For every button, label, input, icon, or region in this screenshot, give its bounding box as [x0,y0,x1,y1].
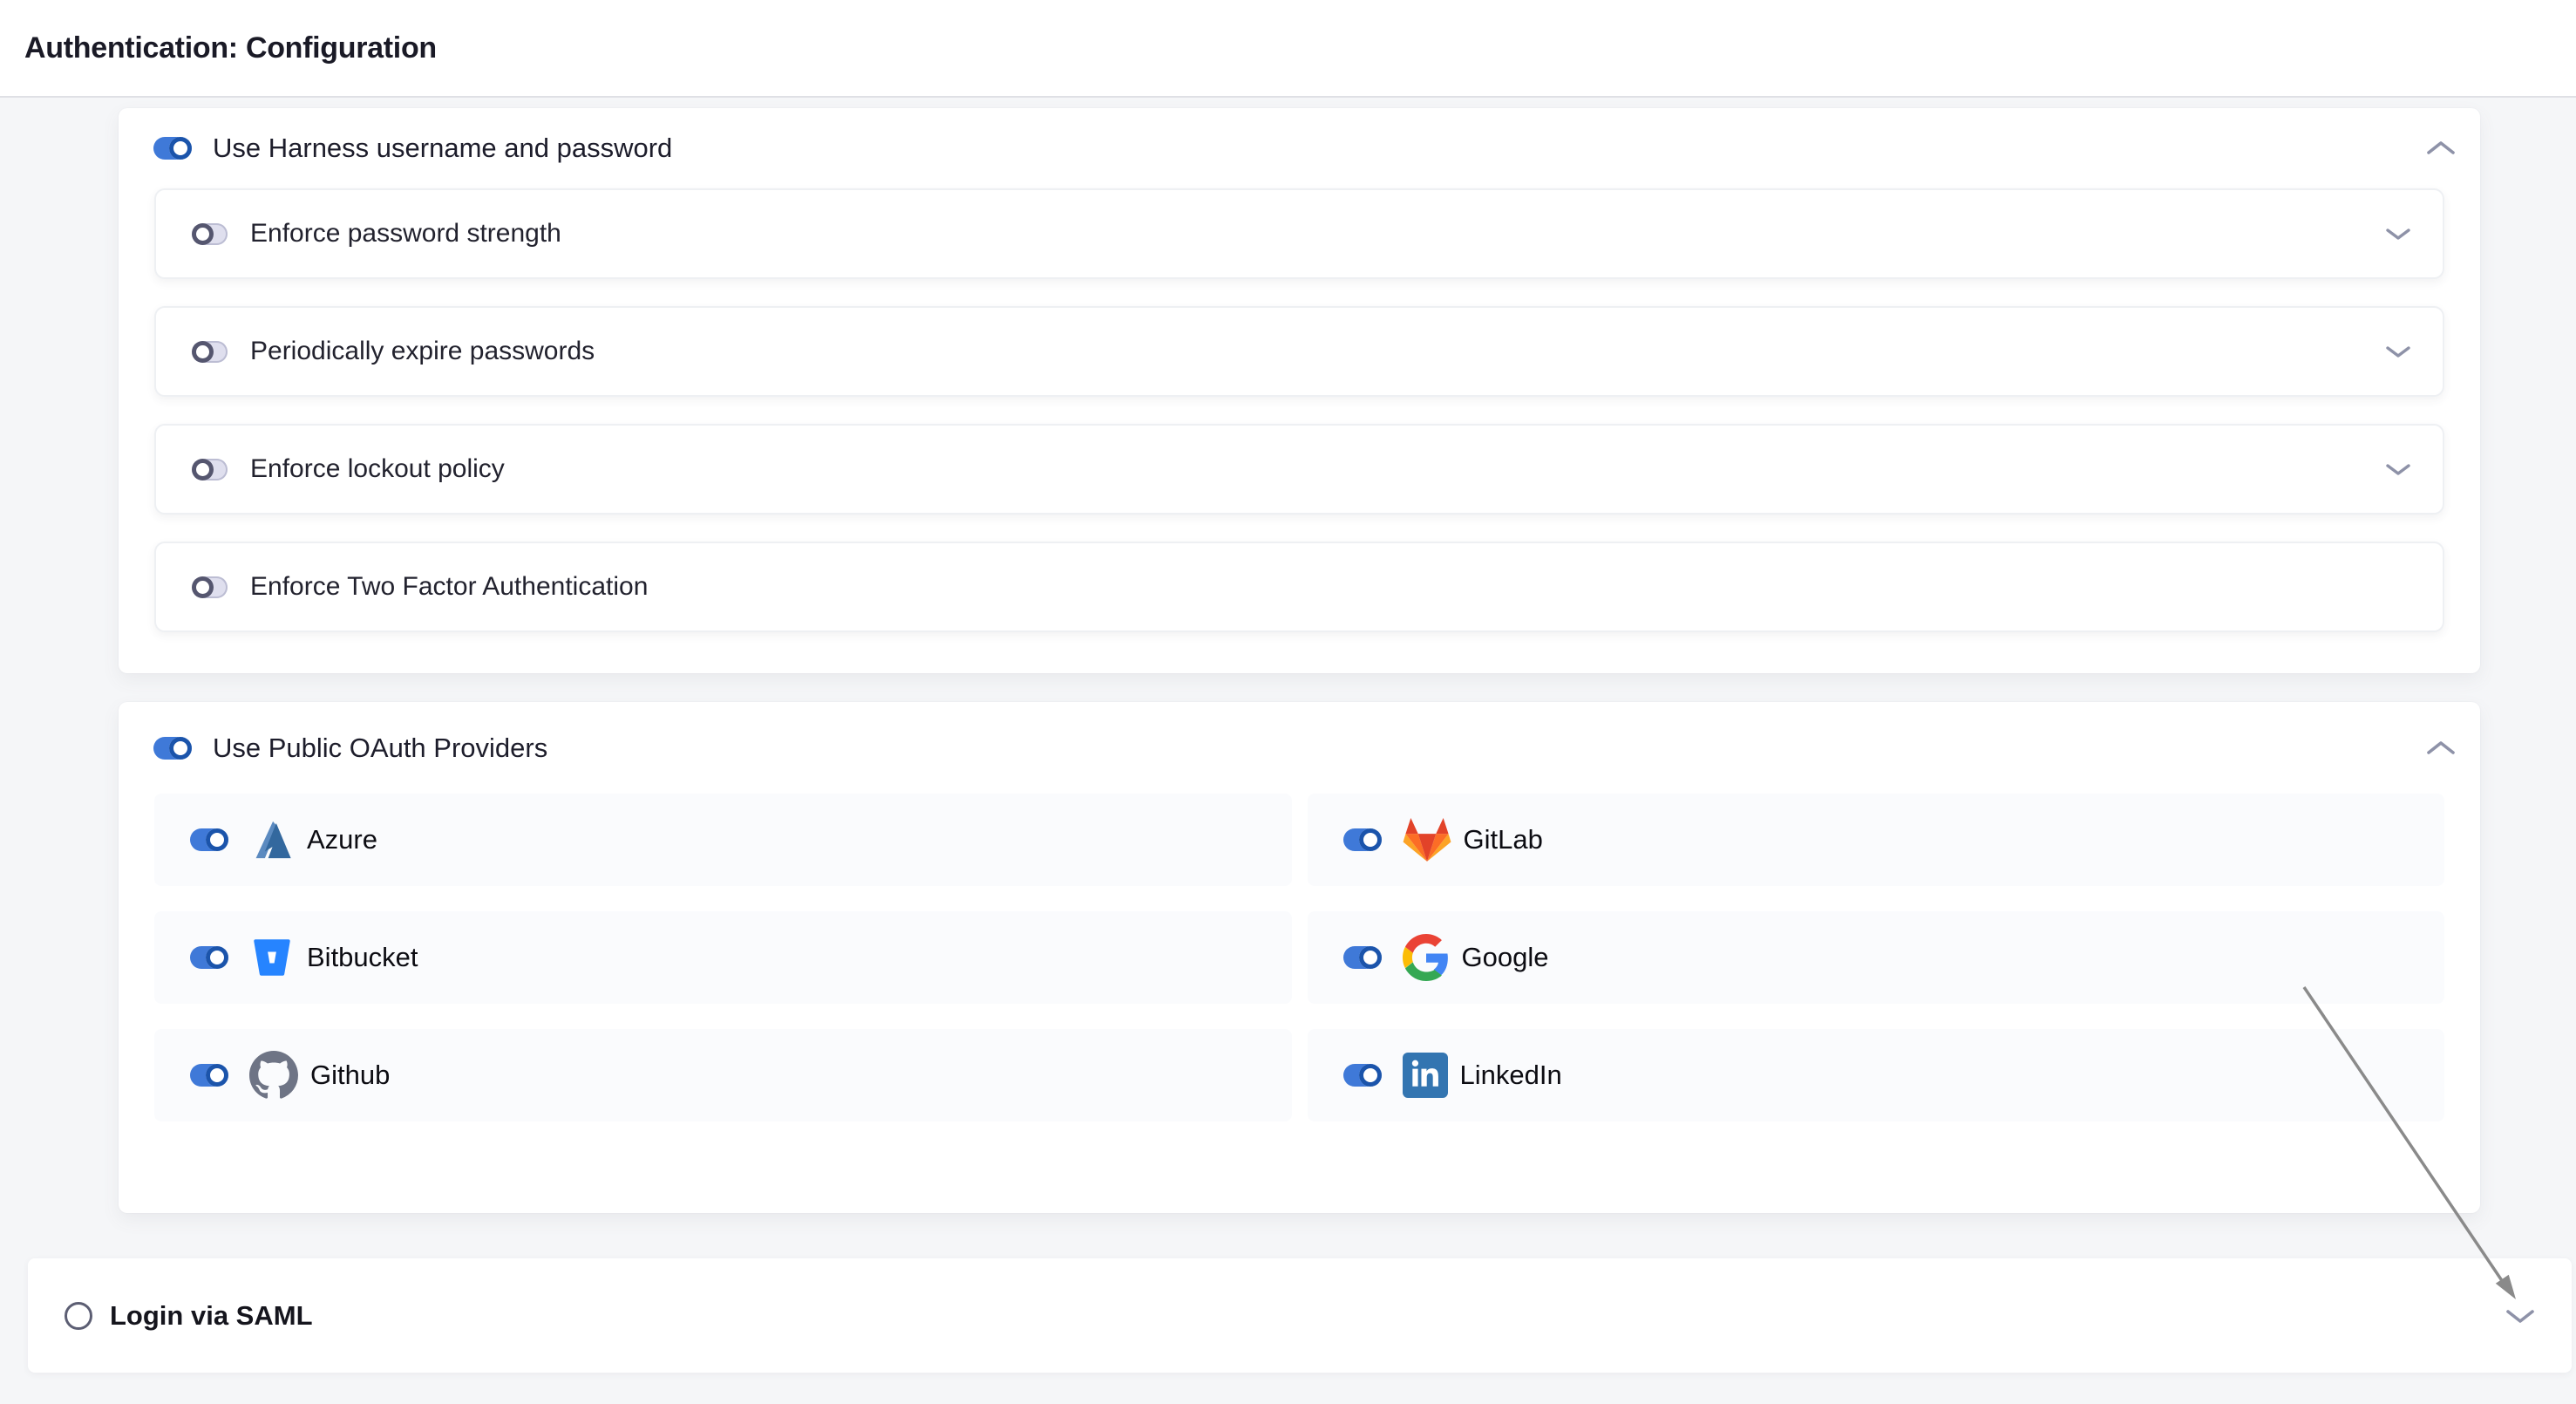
oauth-toggle[interactable] [153,737,192,760]
saml-radio[interactable] [65,1302,92,1330]
provider-label: Bitbucket [307,942,418,973]
saml-label: Login via SAML [110,1300,313,1332]
username-password-section: Use Harness username and password Enforc… [119,108,2480,673]
gitlab-toggle[interactable] [1343,828,1382,851]
github-icon [249,1051,298,1100]
github-toggle[interactable] [190,1064,228,1087]
linkedin-icon [1403,1053,1448,1098]
toggle-knob [206,828,228,851]
option-label: Enforce password strength [250,219,561,249]
option-label: Periodically expire passwords [250,337,595,366]
chevron-down-icon[interactable] [2385,344,2411,359]
expire-passwords-toggle[interactable] [192,341,228,363]
provider-label: Azure [307,824,377,855]
toggle-knob [1359,828,1382,851]
section-label: Use Harness username and password [213,133,672,164]
google-toggle[interactable] [1343,946,1382,969]
toggle-knob [1359,946,1382,969]
username-password-header: Use Harness username and password [119,108,2480,188]
bitbucket-toggle[interactable] [190,946,228,969]
provider-label: GitLab [1464,824,1543,855]
page-title: Authentication: Configuration [24,31,437,65]
username-password-toggle[interactable] [153,137,192,160]
toggle-knob [192,459,214,480]
lockout-policy-toggle[interactable] [192,459,228,480]
toggle-knob [1359,1064,1382,1087]
provider-grid: Azure GitLab [119,794,2480,1121]
provider-tile-bitbucket: Bitbucket [154,911,1292,1004]
page-header: Authentication: Configuration [0,0,2576,98]
section-label: Use Public OAuth Providers [213,733,547,764]
two-factor-toggle[interactable] [192,576,228,598]
provider-tile-azure: Azure [154,794,1292,886]
toggle-knob [206,946,228,969]
expire-passwords-row[interactable]: Periodically expire passwords [154,306,2444,397]
oauth-header: Use Public OAuth Providers [119,702,2480,794]
provider-label: Google [1462,942,1549,973]
toggle-knob [169,137,192,160]
chevron-down-icon[interactable] [2385,461,2411,477]
provider-label: LinkedIn [1460,1060,1562,1091]
toggle-knob [192,223,214,245]
azure-icon [249,817,295,862]
linkedin-toggle[interactable] [1343,1064,1382,1087]
provider-label: Github [310,1060,390,1091]
oauth-section: Use Public OAuth Providers Azure [119,702,2480,1213]
gitlab-icon [1403,816,1451,863]
option-label: Enforce lockout policy [250,454,505,484]
two-factor-row[interactable]: Enforce Two Factor Authentication [154,542,2444,632]
chevron-up-icon[interactable] [2426,739,2456,757]
toggle-knob [169,737,192,760]
authentication-configuration-page: Authentication: Configuration Use Harnes… [0,0,2576,1404]
toggle-knob [206,1064,228,1087]
provider-tile-google: Google [1308,911,2445,1004]
lockout-policy-row[interactable]: Enforce lockout policy [154,424,2444,515]
saml-section[interactable]: Login via SAML [28,1258,2572,1373]
provider-tile-linkedin: LinkedIn [1308,1029,2445,1121]
password-strength-toggle[interactable] [192,223,228,245]
chevron-down-icon[interactable] [2385,226,2411,242]
toggle-knob [192,341,214,363]
provider-tile-github: Github [154,1029,1292,1121]
provider-tile-gitlab: GitLab [1308,794,2445,886]
chevron-up-icon[interactable] [2426,140,2456,157]
toggle-knob [192,576,214,598]
password-strength-row[interactable]: Enforce password strength [154,188,2444,279]
google-icon [1403,934,1450,981]
bitbucket-icon [249,935,295,980]
option-label: Enforce Two Factor Authentication [250,572,648,602]
azure-toggle[interactable] [190,828,228,851]
chevron-down-icon[interactable] [2505,1307,2535,1325]
